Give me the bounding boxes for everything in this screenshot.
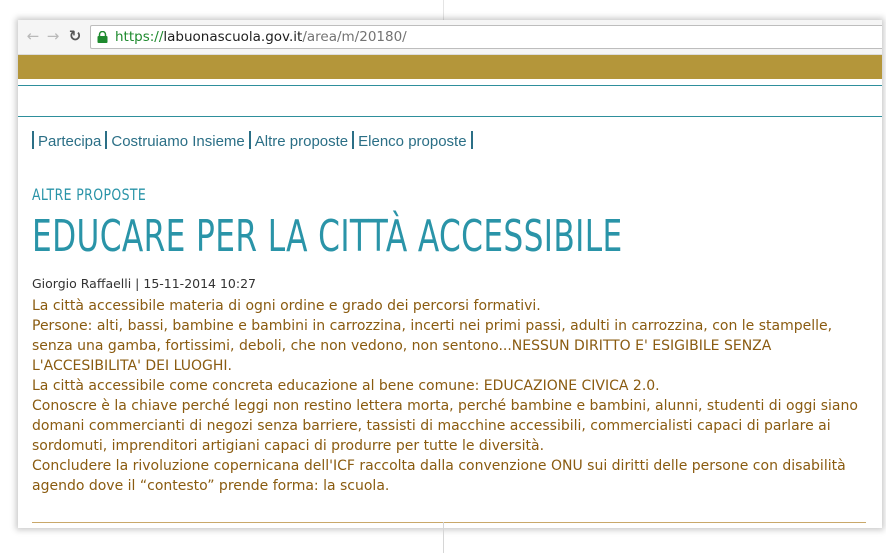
nav-link-costruiamo-insieme[interactable]: Costruiamo Insieme [107, 133, 248, 150]
section-label: ALTRE PROPOSTE [32, 185, 147, 204]
content-divider [32, 522, 866, 523]
url-host: labuonascuola.gov.it [163, 29, 303, 45]
paragraph: Concludere la rivoluzione copernicana de… [32, 458, 846, 494]
page-title: EDUCARE PER LA CITTÀ ACCESSIBILE [32, 211, 623, 262]
arrow-right-icon[interactable]: → [44, 26, 62, 46]
address-bar[interactable]: https://labuonascuola.gov.it/area/m/2018… [90, 25, 882, 49]
nav-link-elenco-proposte[interactable]: Elenco proposte [354, 133, 470, 150]
header-rule-top [18, 85, 882, 86]
nav-link-altre-proposte[interactable]: Altre proposte [251, 133, 352, 150]
reload-icon[interactable]: ↻ [66, 26, 84, 46]
url-path: /area/m/20180/ [302, 29, 407, 45]
article-byline: Giorgio Raffaelli | 15-11-2014 10:27 [32, 276, 257, 291]
section-nav: Partecipa Costruiamo Insieme Altre propost… [32, 131, 473, 151]
paragraph: La città accessibile materia di ogni ord… [32, 298, 541, 314]
background-divider-lower [443, 522, 444, 553]
header-band [18, 55, 882, 79]
paragraph: La città accessibile come concreta educa… [32, 378, 660, 394]
browser-toolbar: ← → ↻ https://labuonascuola.gov.it/area/… [18, 20, 882, 55]
nav-link-partecipa[interactable]: Partecipa [34, 133, 105, 150]
nav-separator [470, 131, 473, 149]
url-text: https://labuonascuola.gov.it/area/m/2018… [115, 26, 407, 48]
browser-window: ← → ↻ https://labuonascuola.gov.it/area/… [18, 20, 882, 528]
article-body: La città accessibile materia di ogni ord… [32, 296, 862, 496]
header-rule-bottom [18, 116, 882, 117]
arrow-left-icon[interactable]: ← [24, 26, 42, 46]
url-scheme: https:// [115, 29, 164, 45]
paragraph: Conoscre è la chiave perché leggi non re… [32, 398, 858, 454]
lock-icon [97, 31, 108, 43]
paragraph: Persone: alti, bassi, bambine e bambini … [32, 318, 833, 374]
